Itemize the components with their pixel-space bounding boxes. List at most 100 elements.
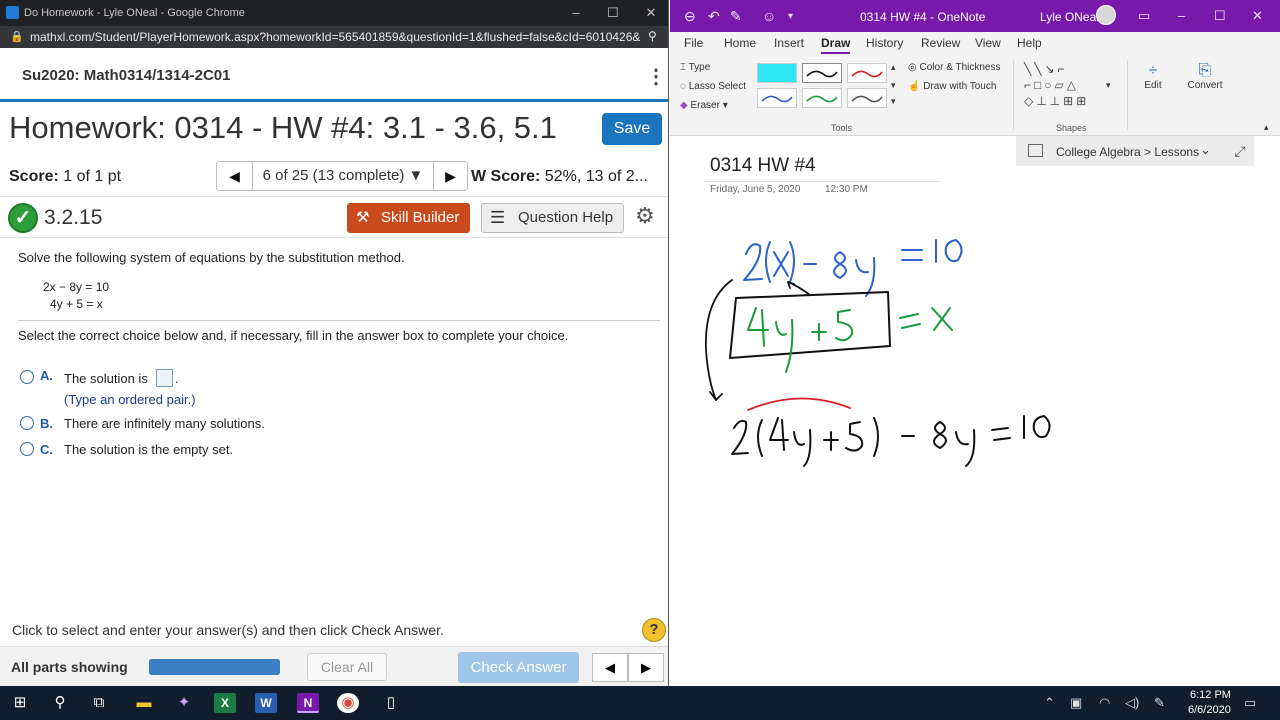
homework-title: Homework: 0314 - HW #4: 3.1 - 3.6, 5.1 <box>9 110 557 145</box>
notebook-icon <box>1028 144 1043 157</box>
pen-red[interactable] <box>847 63 887 83</box>
user-name[interactable]: Lyle ONeal <box>1040 10 1099 24</box>
shapes-group-label: Shapes <box>1056 123 1087 133</box>
pen-green[interactable] <box>802 88 842 108</box>
back-icon[interactable]: ⊖ <box>684 8 696 25</box>
onenote-doc-title: 0314 HW #4 - OneNote <box>860 10 986 24</box>
notebook-breadcrumb[interactable]: College Algebra > Lessons ⌄ <box>1016 136 1254 166</box>
tab-history[interactable]: History <box>866 36 903 50</box>
shapes-row-3[interactable]: ◇⊥⊥⊞⊞ <box>1024 94 1089 108</box>
tab-insert[interactable]: Insert <box>774 36 804 50</box>
clock-date[interactable]: 6/6/2020 <box>1188 704 1231 716</box>
pen-mode-icon[interactable]: ✎ <box>730 8 742 25</box>
next-question-button[interactable]: ▶ <box>433 162 467 190</box>
pen-gallery-up-icon[interactable]: ▴ <box>891 62 896 73</box>
search-icon[interactable]: ⚲ <box>49 693 71 713</box>
question-help-button[interactable]: ☰ Question Help <box>481 203 624 233</box>
convert-label: Convert <box>1187 80 1223 91</box>
undo-icon[interactable]: ↶ <box>708 8 720 25</box>
word-icon[interactable]: W <box>255 693 277 713</box>
shapes-row-1[interactable]: ╲╲↘⌐ <box>1024 62 1068 76</box>
pen-black[interactable] <box>802 63 842 83</box>
answer-input[interactable] <box>156 369 173 387</box>
volume-icon[interactable]: ◁) <box>1125 695 1139 711</box>
close-icon[interactable]: ✕ <box>1252 8 1263 24</box>
user-avatar[interactable] <box>1096 5 1116 25</box>
help-question-icon[interactable]: ? <box>642 618 666 642</box>
clock-time[interactable]: 6:12 PM <box>1190 689 1231 701</box>
option-c-radio[interactable] <box>20 442 34 456</box>
pen-gallery-more-icon[interactable]: ▾ <box>891 96 896 107</box>
bottom-previous-button[interactable]: ◀ <box>592 653 628 682</box>
check-answer-button[interactable]: Check Answer <box>458 652 579 683</box>
draw-with-touch-button[interactable]: ☝ Draw with Touch <box>908 81 996 92</box>
close-icon[interactable]: ✕ <box>631 0 668 26</box>
tools-group-label: Tools <box>831 123 853 133</box>
tray-expand-icon[interactable]: ⌃ <box>1044 695 1055 711</box>
eraser-tool[interactable]: ◆ Eraser ▾ <box>680 100 728 111</box>
pen-gray[interactable] <box>847 88 887 108</box>
option-a-hint: (Type an ordered pair.) <box>64 392 196 407</box>
handwritten-ink[interactable] <box>670 200 1280 500</box>
excel-icon[interactable]: X <box>214 693 236 713</box>
pen-blue[interactable] <box>757 88 797 108</box>
onenote-icon[interactable]: N <box>297 693 319 713</box>
minimize-icon[interactable]: – <box>556 0 596 26</box>
url-text[interactable]: mathxl.com/Student/PlayerHomework.aspx?h… <box>30 30 640 44</box>
edit-icon: ÷ <box>1148 62 1158 79</box>
zoom-icon[interactable]: ⚲ <box>648 29 657 43</box>
mathxl-favicon-icon <box>6 6 19 19</box>
minimize-icon[interactable]: – <box>1178 8 1185 23</box>
option-b-radio[interactable] <box>20 416 34 430</box>
shapes-more-icon[interactable]: ▾ <box>1106 80 1111 91</box>
customize-toolbar-icon[interactable]: ▾ <box>788 11 793 22</box>
lasso-select-tool[interactable]: ◌ Lasso Select <box>680 81 746 92</box>
instruction: Select the correct choice below and, if … <box>18 328 569 343</box>
chrome-icon[interactable]: ◉ <box>337 693 359 713</box>
maximize-icon[interactable]: ☐ <box>1214 8 1226 24</box>
bottom-next-button[interactable]: ▶ <box>628 653 664 682</box>
maximize-icon[interactable]: ☐ <box>593 0 633 26</box>
file-explorer-icon[interactable]: ▬ <box>133 693 155 713</box>
windows-start-icon[interactable]: ⊞ <box>9 693 31 713</box>
question-help-label: Question Help <box>518 209 614 226</box>
pen-gallery-down-icon[interactable]: ▾ <box>891 80 896 91</box>
type-tool[interactable]: ⌶ Type <box>680 62 710 73</box>
tab-help[interactable]: Help <box>1017 36 1042 50</box>
shapes-row-2[interactable]: ⌐□○▱△ <box>1024 78 1079 92</box>
pen-icon[interactable]: ✎ <box>1154 695 1165 711</box>
camera-icon[interactable]: ▣ <box>1070 695 1082 711</box>
wifi-icon[interactable]: ◠ <box>1099 695 1110 711</box>
page-title[interactable]: 0314 HW #4 <box>710 155 816 177</box>
more-options-icon[interactable]: ⋮ <box>646 64 666 89</box>
tab-review[interactable]: Review <box>921 36 960 50</box>
tab-file[interactable]: File <box>684 36 703 50</box>
gear-icon[interactable]: ⚙ <box>635 203 655 229</box>
touch-mode-icon[interactable]: ☺ <box>762 8 776 24</box>
ribbon-display-icon[interactable]: ▭ <box>1138 8 1150 24</box>
clear-all-button[interactable]: Clear All <box>307 653 387 681</box>
eraser-icon: ◆ <box>680 100 688 111</box>
chrome-window: Do Homework - Lyle ONeal - Google Chrome… <box>0 0 669 686</box>
save-button[interactable]: Save <box>602 113 662 145</box>
tab-home[interactable]: Home <box>724 36 756 50</box>
collapse-ribbon-icon[interactable]: ▴ <box>1264 122 1269 133</box>
color-thickness-button[interactable]: ◎ Color & Thickness <box>908 62 1000 73</box>
skill-builder-button[interactable]: ⚒ Skill Builder <box>347 203 470 233</box>
address-bar[interactable]: 🔒 mathxl.com/Student/PlayerHomework.aspx… <box>0 26 668 48</box>
convert-button[interactable]: ⎘ Convert <box>1180 62 1230 91</box>
app-icon[interactable]: ✦ <box>173 693 195 713</box>
phone-icon[interactable]: ▯ <box>380 693 402 713</box>
pen-highlighter-cyan[interactable] <box>757 63 797 83</box>
previous-question-button[interactable]: ◀ <box>217 162 253 190</box>
question-selector[interactable]: 6 of 25 (13 complete) ▼ <box>253 162 433 190</box>
expand-icon[interactable]: ⤢ <box>1226 136 1254 166</box>
notifications-icon[interactable]: ▭ <box>1244 695 1256 711</box>
windows-taskbar: ⊞ ⚲ ⧉ ▬ ✦ X W N ◉ ▯ ⌃ ▣ ◠ ◁) ✎ 6:12 PM 6… <box>0 686 1280 720</box>
tab-view[interactable]: View <box>975 36 1001 50</box>
option-a-radio[interactable] <box>20 370 34 384</box>
tab-draw[interactable]: Draw <box>821 36 851 54</box>
lasso-icon: ◌ <box>680 81 686 92</box>
task-view-icon[interactable]: ⧉ <box>88 693 110 713</box>
edit-button[interactable]: ÷ Edit <box>1136 62 1170 91</box>
